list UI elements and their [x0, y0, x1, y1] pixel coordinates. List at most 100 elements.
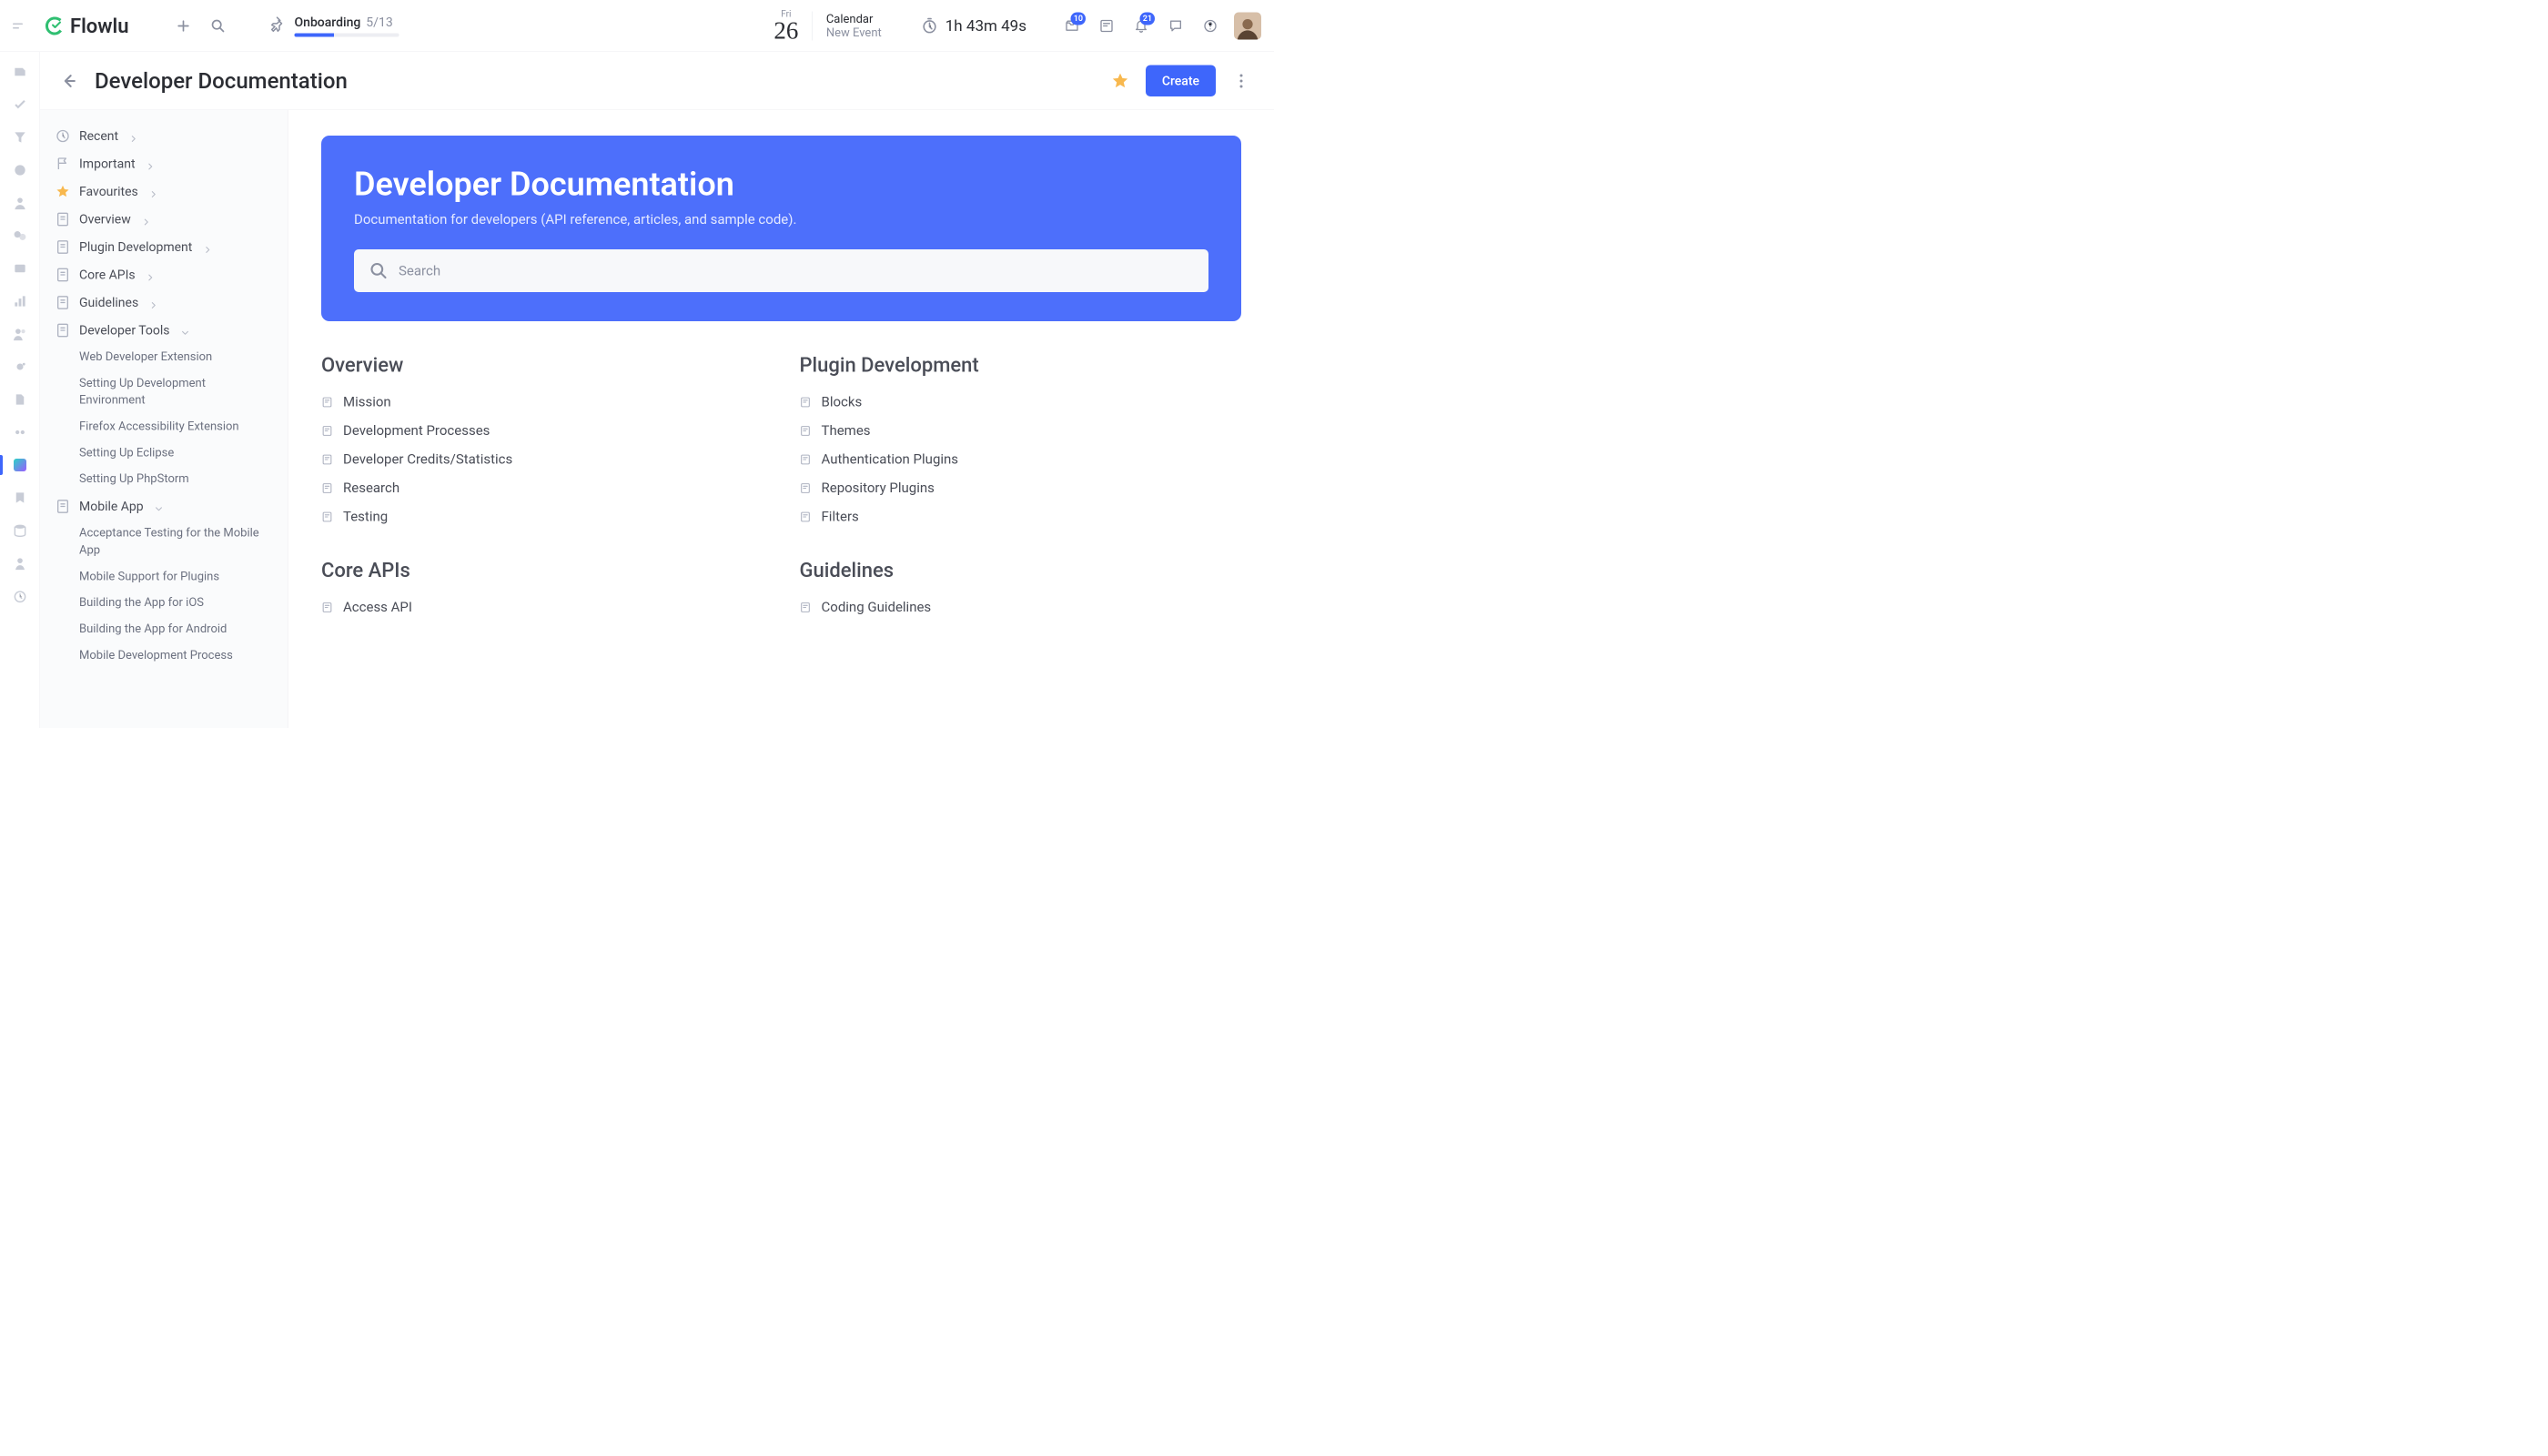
page-icon: [800, 482, 812, 494]
sidenav-core-apis[interactable]: Core APIs: [51, 261, 278, 289]
rail-item-knowledge-base[interactable]: [10, 455, 30, 475]
calendar-widget[interactable]: Calendar New Event: [826, 12, 882, 39]
rail-item[interactable]: [10, 127, 30, 147]
sidenav-recent[interactable]: Recent: [51, 122, 278, 150]
sidenav-child[interactable]: Building the App for Android: [51, 616, 278, 642]
rail-item[interactable]: [10, 553, 30, 573]
global-search-button[interactable]: [207, 15, 229, 36]
sidenav-plugin-development[interactable]: Plugin Development: [51, 233, 278, 261]
section-item-label: Research: [343, 480, 399, 497]
sidenav-child[interactable]: Mobile Development Process: [51, 642, 278, 669]
section-item[interactable]: Access API: [321, 593, 763, 622]
section-item[interactable]: Development Processes: [321, 417, 763, 446]
rail-item[interactable]: [10, 193, 30, 213]
menu-toggle[interactable]: [13, 16, 31, 35]
hero-search[interactable]: [354, 249, 1208, 292]
section-item[interactable]: Developer Credits/Statistics: [321, 445, 763, 474]
sidenav-child[interactable]: Web Developer Extension: [51, 344, 278, 370]
rail-item[interactable]: [10, 488, 30, 508]
section-item-label: Authentication Plugins: [822, 451, 959, 468]
sidenav-mobile-app[interactable]: Mobile App: [51, 492, 278, 521]
section-item-label: Coding Guidelines: [822, 600, 932, 616]
rail-item[interactable]: [10, 258, 30, 278]
rail-item[interactable]: [10, 95, 30, 115]
sidenav-child[interactable]: Acceptance Testing for the Mobile App: [51, 521, 278, 564]
notifications-button[interactable]: 21: [1130, 15, 1152, 36]
sidenav-developer-tools[interactable]: Developer Tools: [51, 317, 278, 345]
chevron-right-icon: [147, 159, 156, 168]
onboarding-widget[interactable]: Onboarding 5/13: [268, 15, 399, 37]
avatar[interactable]: [1234, 12, 1261, 39]
section-item[interactable]: Blocks: [800, 388, 1242, 417]
timer-value: 1h 43m 49s: [945, 16, 1026, 35]
add-button[interactable]: [173, 15, 195, 36]
notes-button[interactable]: [1096, 15, 1117, 36]
section-item[interactable]: Themes: [800, 417, 1242, 446]
sidenav-important[interactable]: Important: [51, 150, 278, 178]
rail-item[interactable]: [10, 62, 30, 82]
section-item-label: Testing: [343, 509, 388, 525]
sidenav-child[interactable]: Setting Up Development Environment: [51, 370, 278, 414]
sidenav-label: Plugin Development: [79, 239, 192, 255]
chevron-right-icon: [203, 242, 212, 251]
chevron-down-icon: [155, 501, 164, 511]
sidenav-child[interactable]: Setting Up Eclipse: [51, 440, 278, 466]
sidenav-label: Core APIs: [79, 268, 136, 283]
bell-badge: 21: [1140, 12, 1155, 25]
arrow-left-icon: [60, 72, 78, 90]
section: OverviewMissionDevelopment ProcessesDeve…: [321, 353, 763, 531]
section-item[interactable]: Research: [321, 474, 763, 503]
rail-item[interactable]: [10, 291, 30, 311]
avatar-icon: [1236, 15, 1260, 39]
sidenav-child[interactable]: Firefox Accessibility Extension: [51, 414, 278, 440]
logo[interactable]: Flowlu: [44, 14, 129, 37]
page-icon: [321, 482, 333, 494]
doc-icon: [56, 323, 70, 338]
rail-item[interactable]: [10, 422, 30, 442]
rail-item[interactable]: [10, 226, 30, 246]
more-menu[interactable]: [1230, 70, 1252, 92]
section-item-label: Repository Plugins: [822, 480, 935, 497]
section-item[interactable]: Authentication Plugins: [800, 445, 1242, 474]
favourite-toggle[interactable]: [1109, 70, 1131, 92]
sidenav-overview[interactable]: Overview: [51, 206, 278, 234]
rail-item[interactable]: [10, 324, 30, 344]
rail-item[interactable]: [10, 357, 30, 377]
sidenav-child[interactable]: Setting Up PhpStorm: [51, 466, 278, 492]
sidenav-favourites[interactable]: Favourites: [51, 177, 278, 206]
page-icon: [321, 396, 333, 408]
chevron-down-icon: [181, 326, 190, 335]
rail-item[interactable]: [10, 160, 30, 180]
rail-item[interactable]: [10, 389, 30, 410]
section-item[interactable]: Filters: [800, 502, 1242, 531]
chat-button[interactable]: [1165, 15, 1187, 36]
timer-widget[interactable]: 1h 43m 49s: [921, 16, 1026, 35]
sidenav-label: Developer Tools: [79, 323, 170, 339]
page-icon: [321, 602, 333, 613]
section-item[interactable]: Testing: [321, 502, 763, 531]
section-item[interactable]: Mission: [321, 388, 763, 417]
rail-item[interactable]: [10, 521, 30, 541]
section-item[interactable]: Coding Guidelines: [800, 593, 1242, 622]
date-widget[interactable]: Fri 26: [774, 9, 798, 43]
sidenav-label: Recent: [79, 128, 118, 144]
help-button[interactable]: [1199, 15, 1221, 36]
date-day: 26: [774, 18, 798, 43]
doc-icon: [56, 239, 70, 254]
create-button[interactable]: Create: [1146, 66, 1216, 97]
plus-icon: [177, 18, 191, 33]
section-item-label: Mission: [343, 394, 391, 410]
sidenav-child[interactable]: Mobile Support for Plugins: [51, 563, 278, 590]
doc-icon: [56, 268, 70, 282]
rail-item[interactable]: [10, 586, 30, 606]
sidenav-child[interactable]: Building the App for iOS: [51, 590, 278, 616]
search-input[interactable]: [399, 263, 1193, 279]
search-icon: [369, 262, 388, 280]
inbox-button[interactable]: 10: [1061, 15, 1083, 36]
back-button[interactable]: [58, 70, 80, 92]
sidenav-guidelines[interactable]: Guidelines: [51, 288, 278, 317]
help-icon: [1203, 18, 1218, 33]
section-title: Plugin Development: [800, 353, 1242, 377]
section-item[interactable]: Repository Plugins: [800, 474, 1242, 503]
chevron-right-icon: [147, 270, 156, 279]
